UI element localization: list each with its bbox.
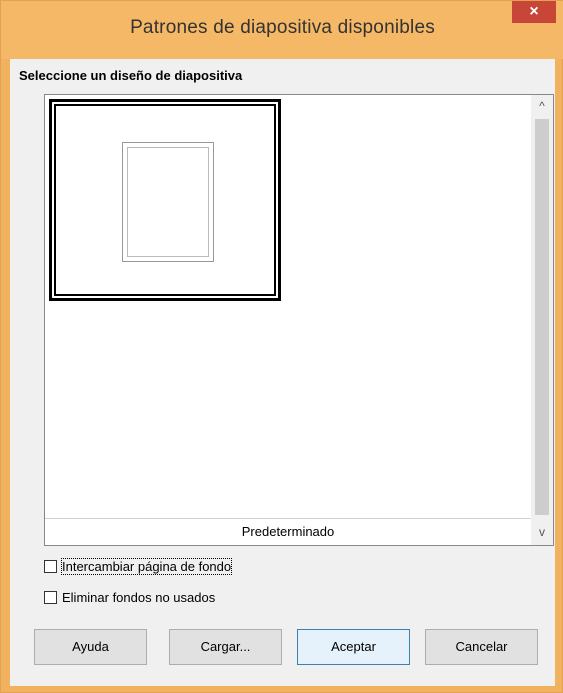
cancel-button[interactable]: Cancelar	[425, 629, 538, 665]
close-icon: ×	[529, 3, 539, 20]
section-heading: Seleccione un diseño de diapositiva	[19, 68, 243, 83]
load-button[interactable]: Cargar...	[169, 629, 282, 665]
swap-background-label[interactable]: Intercambiar página de fondo	[60, 557, 233, 575]
help-button[interactable]: Ayuda	[34, 629, 147, 665]
delete-unused-option[interactable]: Eliminar fondos no usados	[44, 587, 215, 607]
swap-background-option[interactable]: Intercambiar página de fondo	[44, 556, 233, 576]
swap-background-checkbox[interactable]	[44, 559, 57, 573]
close-button[interactable]: ×	[512, 1, 556, 23]
slide-design-list[interactable]: Predeterminado ^ v	[44, 94, 554, 546]
ok-button[interactable]: Aceptar	[297, 629, 410, 665]
vertical-scrollbar[interactable]: ^ v	[531, 95, 553, 545]
slide-preview-inner	[127, 147, 209, 257]
thumbnail-selection-frame	[54, 104, 276, 296]
dialog-content: Seleccione un diseño de diapositiva Pred…	[10, 59, 555, 686]
design-thumbnail-predeterminado[interactable]	[49, 99, 281, 301]
title-bar[interactable]: Patrones de diapositiva disponibles ×	[1, 1, 563, 59]
scrollbar-thumb[interactable]	[535, 119, 549, 515]
dialog-title: Patrones de diapositiva disponibles	[130, 17, 435, 38]
design-label: Predeterminado	[241, 524, 335, 539]
delete-unused-label[interactable]: Eliminar fondos no usados	[62, 590, 215, 605]
design-label-bar: Predeterminado	[45, 518, 531, 545]
dialog-window: Patrones de diapositiva disponibles × Se…	[0, 0, 563, 693]
delete-unused-checkbox[interactable]	[44, 590, 57, 604]
scroll-down-icon[interactable]: v	[531, 521, 553, 543]
scroll-up-icon[interactable]: ^	[531, 95, 553, 117]
slide-preview-icon	[122, 142, 214, 262]
